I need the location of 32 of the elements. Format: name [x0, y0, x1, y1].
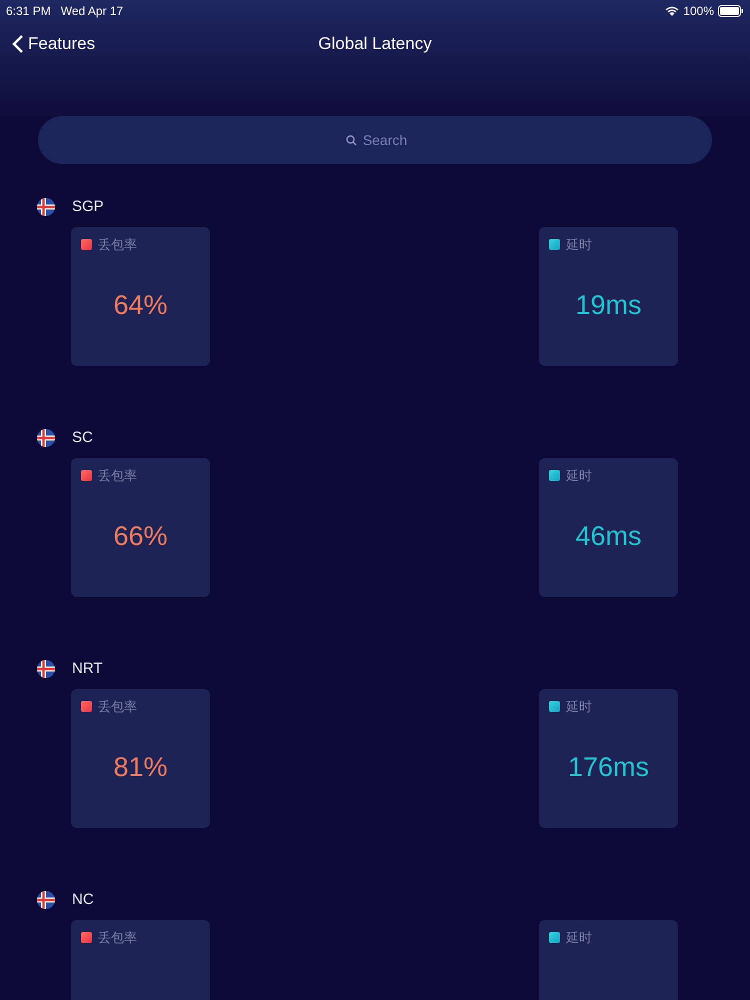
region-name: SGP — [72, 196, 104, 217]
flag-icon — [37, 429, 55, 447]
metric-value: 46ms — [575, 520, 642, 553]
search-field[interactable]: Search — [38, 116, 712, 164]
metric-value: 176ms — [568, 751, 650, 784]
flag-icon — [37, 198, 55, 216]
battery-icon — [718, 5, 744, 17]
flag-icon — [37, 660, 55, 678]
status-time: 6:31 PM — [6, 3, 51, 20]
chevron-left-icon — [12, 34, 24, 54]
metric-value: 66% — [113, 520, 168, 553]
metric-value: 81% — [113, 751, 168, 784]
metric-label: 丢包率 — [98, 698, 137, 716]
metric-label: 延时 — [566, 698, 592, 716]
status-date: Wed Apr 17 — [60, 3, 124, 20]
screen-title: Global Latency — [318, 33, 432, 56]
region-name: NRT — [72, 658, 103, 679]
region-name: NC — [72, 890, 94, 910]
search-icon — [346, 135, 357, 146]
metric-label: 丢包率 — [98, 929, 137, 947]
metric-label: 延时 — [566, 236, 592, 254]
metric-label: 延时 — [566, 929, 592, 947]
wifi-icon — [665, 6, 680, 16]
battery-percent: 100% — [683, 3, 714, 20]
back-button[interactable]: Features — [12, 31, 96, 57]
metric-value: 19ms — [575, 289, 642, 322]
flag-icon — [37, 891, 55, 909]
metric-value: 64% — [113, 289, 168, 322]
metric-label: 丢包率 — [98, 236, 137, 254]
metric-label: 丢包率 — [98, 467, 137, 485]
region-name: SC — [72, 428, 93, 448]
metric-label: 延时 — [566, 467, 592, 485]
